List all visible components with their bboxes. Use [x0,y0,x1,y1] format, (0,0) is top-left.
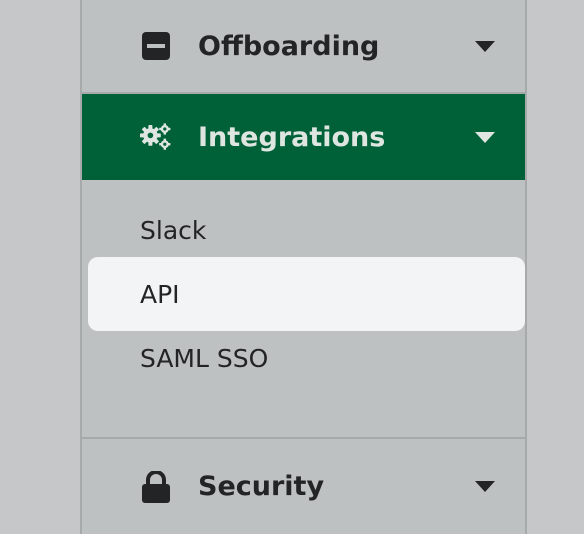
sidebar-item-label: Slack [140,215,207,245]
lock-icon [140,470,172,503]
sidebar-item-label: SAML SSO [140,343,269,373]
sidebar-item-api[interactable]: API [88,257,525,331]
gears-icon [140,121,172,153]
section-label-security: Security [198,471,325,502]
section-label-integrations: Integrations [198,121,386,153]
sidebar-item-label: API [140,279,180,309]
chevron-down-icon[interactable] [475,481,495,492]
chevron-down-icon[interactable] [475,40,495,52]
sidebar-section-integrations[interactable]: Integrations [82,94,525,180]
section-label-offboarding: Offboarding [198,30,380,62]
sidebar-item-saml-sso[interactable]: SAML SSO [88,321,525,395]
sidebar-nav: Offboarding Integrations Slack API SAML … [80,0,527,534]
sidebar-section-security[interactable]: Security [82,437,525,534]
minus-square-icon [140,30,172,62]
sidebar-section-offboarding[interactable]: Offboarding [82,0,525,94]
sidebar-item-slack[interactable]: Slack [88,193,525,267]
chevron-down-icon[interactable] [475,131,495,143]
